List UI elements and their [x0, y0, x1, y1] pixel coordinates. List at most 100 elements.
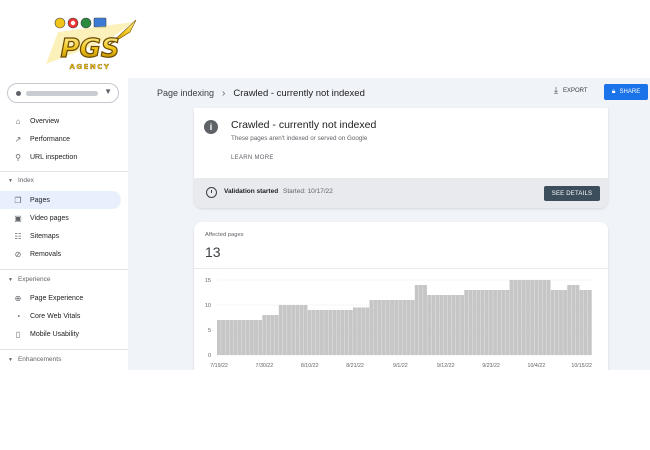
chart-bar[interactable] — [505, 290, 510, 355]
section-experience[interactable]: ▼ Experience — [8, 276, 50, 283]
chart-bar[interactable] — [249, 320, 254, 355]
chart-bar[interactable] — [423, 285, 427, 355]
chart-bar[interactable] — [587, 290, 592, 355]
chart-bar[interactable] — [493, 290, 497, 355]
chart-bar[interactable] — [563, 290, 568, 355]
sidebar-item-sitemaps[interactable]: ☷ Sitemaps — [0, 227, 121, 245]
chart-bar[interactable] — [480, 290, 485, 355]
chart-bar[interactable] — [324, 310, 329, 355]
sidebar-item-overview[interactable]: ⌂ Overview — [0, 112, 121, 130]
chart-bar[interactable] — [439, 295, 444, 355]
chart-bar[interactable] — [385, 300, 390, 355]
chart-bar[interactable] — [579, 290, 584, 355]
chart-bar[interactable] — [373, 300, 378, 355]
sidebar-item-pages[interactable]: ❐ Pages — [0, 191, 121, 209]
chart-bar[interactable] — [447, 295, 452, 355]
chart-bar[interactable] — [530, 280, 535, 355]
chart-bar[interactable] — [583, 290, 588, 355]
chart-bar[interactable] — [245, 320, 250, 355]
chart-bar[interactable] — [282, 305, 287, 355]
chart-bar[interactable] — [435, 295, 440, 355]
chart-bar[interactable] — [488, 290, 493, 355]
chart-bar[interactable] — [233, 320, 238, 355]
chart-bar[interactable] — [352, 307, 357, 356]
chart-bar[interactable] — [410, 300, 415, 355]
chart-bar[interactable] — [348, 310, 353, 355]
chart-bar[interactable] — [394, 300, 399, 355]
chart-bar[interactable] — [517, 280, 522, 355]
sidebar-item-page-experience[interactable]: ⊕ Page Experience — [0, 289, 121, 307]
chart-bar[interactable] — [369, 300, 374, 355]
chart-bar[interactable] — [270, 315, 275, 355]
chart-bar[interactable] — [361, 307, 366, 356]
chart-bar[interactable] — [295, 305, 300, 355]
learn-more-link[interactable]: LEARN MORE — [231, 155, 274, 161]
chart-bar[interactable] — [307, 310, 312, 355]
see-details-button[interactable]: SEE DETAILS — [544, 186, 600, 201]
chart-bar[interactable] — [476, 290, 481, 355]
chart-bar[interactable] — [315, 310, 320, 355]
chart-bar[interactable] — [521, 280, 526, 355]
chart-bar[interactable] — [254, 320, 258, 355]
chart-bar[interactable] — [340, 310, 345, 355]
chart-bar[interactable] — [278, 305, 283, 355]
chart-bar[interactable] — [460, 295, 465, 355]
chart-bar[interactable] — [567, 285, 572, 355]
chart-bar[interactable] — [287, 305, 291, 355]
chart-bar[interactable] — [431, 295, 436, 355]
chart-bar[interactable] — [571, 285, 576, 355]
chart-bar[interactable] — [221, 320, 225, 355]
chart-bar[interactable] — [451, 295, 456, 355]
chart-bar[interactable] — [513, 280, 518, 355]
chart-bar[interactable] — [266, 315, 271, 355]
chart-bar[interactable] — [484, 290, 489, 355]
chart-bar[interactable] — [554, 290, 559, 355]
chart-bar[interactable] — [509, 280, 514, 355]
chart-bar[interactable] — [336, 310, 341, 355]
chart-bar[interactable] — [311, 310, 316, 355]
chart-bar[interactable] — [534, 280, 539, 355]
chart-bar[interactable] — [365, 307, 370, 356]
chart-bar[interactable] — [398, 300, 403, 355]
chart-bar[interactable] — [390, 300, 394, 355]
chart-bar[interactable] — [332, 310, 337, 355]
property-selector[interactable]: ▼ — [7, 83, 119, 103]
chart-bar[interactable] — [468, 290, 473, 355]
chart-bar[interactable] — [414, 285, 419, 355]
sidebar-item-video-pages[interactable]: ▣ Video pages — [0, 209, 121, 227]
sidebar-item-url-inspection[interactable]: ⚲ URL inspection — [0, 148, 121, 166]
chart-bar[interactable] — [575, 285, 580, 355]
chart-bar[interactable] — [538, 280, 543, 355]
chart-bar[interactable] — [542, 280, 547, 355]
chart-bar[interactable] — [497, 290, 502, 355]
chart-bar[interactable] — [546, 280, 551, 355]
export-button[interactable]: ⤓ EXPORT — [554, 85, 588, 96]
chart-bar[interactable] — [274, 315, 279, 355]
chart-bar[interactable] — [291, 305, 296, 355]
chart-bar[interactable] — [258, 320, 263, 355]
sidebar-item-core-web-vitals[interactable]: ◔ Core Web Vitals — [0, 307, 121, 325]
section-index[interactable]: ▼ Index — [8, 177, 34, 184]
chart-bar[interactable] — [225, 320, 230, 355]
chart-bar[interactable] — [526, 280, 530, 355]
chart-bar[interactable] — [381, 300, 386, 355]
chart-bar[interactable] — [464, 290, 469, 355]
chart-bar[interactable] — [241, 320, 246, 355]
chart-bar[interactable] — [328, 310, 333, 355]
sidebar-item-mobile-usability[interactable]: ▯ Mobile Usability — [0, 325, 121, 343]
chart-bar[interactable] — [472, 290, 477, 355]
section-enhancements[interactable]: ▼ Enhancements — [8, 356, 61, 363]
chart-bar[interactable] — [217, 320, 221, 355]
chart-bar[interactable] — [377, 300, 382, 355]
sidebar-item-removals[interactable]: ⊘ Removals — [0, 245, 121, 263]
chart-bar[interactable] — [501, 290, 506, 355]
chart-bar[interactable] — [559, 290, 563, 355]
chart-bar[interactable] — [262, 315, 267, 355]
chart-bar[interactable] — [418, 285, 423, 355]
breadcrumb-page-indexing[interactable]: Page indexing — [157, 88, 214, 98]
sidebar-item-performance[interactable]: ↗ Performance — [0, 130, 121, 148]
chart-bar[interactable] — [303, 305, 308, 355]
chart-bar[interactable] — [443, 295, 448, 355]
chart-bar[interactable] — [320, 310, 324, 355]
chart-bar[interactable] — [237, 320, 242, 355]
